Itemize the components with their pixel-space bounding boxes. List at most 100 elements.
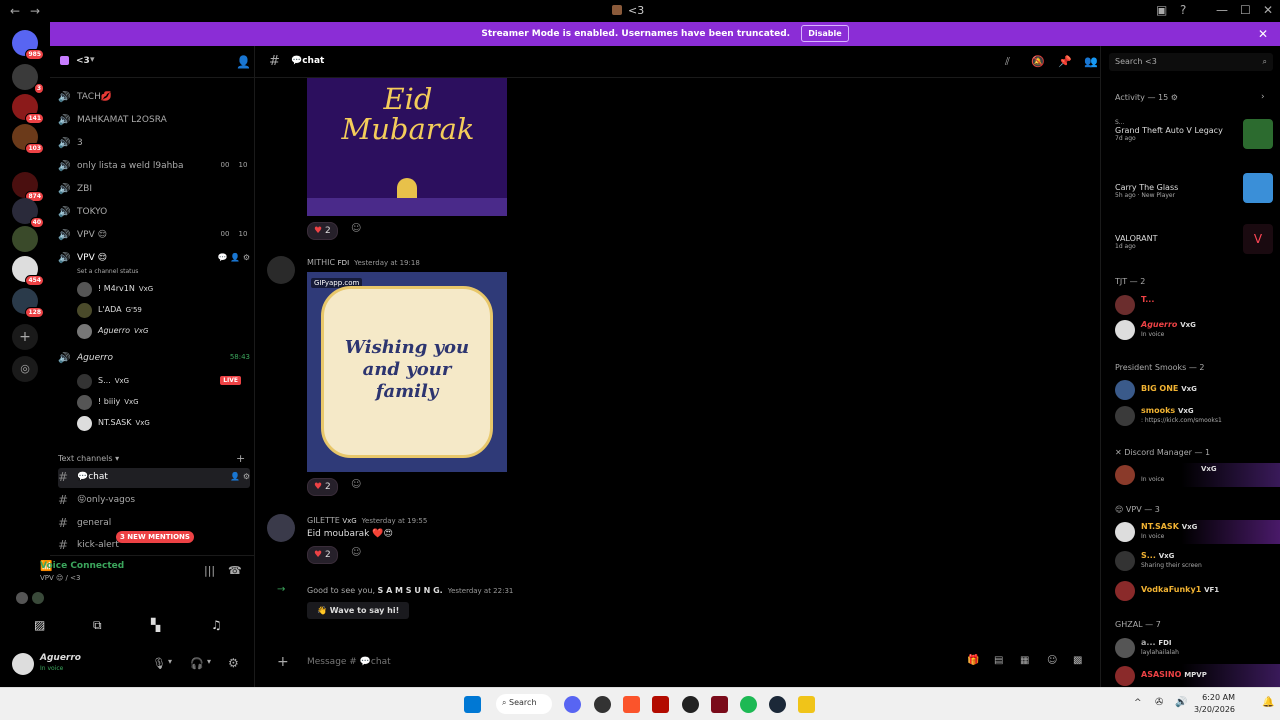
voice-channel[interactable]: 🔊 TACH💋 <box>58 88 250 108</box>
obs-icon[interactable] <box>682 696 699 713</box>
disconnect-icon[interactable]: ☎ <box>228 564 242 577</box>
github-icon[interactable] <box>594 696 611 713</box>
activity-card[interactable]: S... Grand Theft Auto V Legacy 7d ago <box>1115 119 1275 155</box>
member-list-icon[interactable]: 👥 <box>1084 55 1098 68</box>
microphone-icon[interactable]: 🎙 <box>152 657 166 670</box>
channel-actions[interactable]: 💬 👤 ⚙ <box>218 253 250 262</box>
clock[interactable]: 6:20 AM 3/20/2026 <box>1194 692 1235 716</box>
minimize-icon[interactable]: — <box>1216 3 1228 17</box>
maximize-icon[interactable]: ☐ <box>1240 3 1251 17</box>
home-button[interactable]: 985 <box>12 30 44 60</box>
avatar[interactable] <box>267 514 295 542</box>
member[interactable]: VodkaFunky1 VF1 <box>1115 579 1280 603</box>
voice-channel[interactable]: 🔊 3 <box>58 134 250 154</box>
activity-header[interactable]: Activity — 15 ⚙ <box>1115 93 1178 102</box>
welcome-user[interactable]: S A M S U N G. <box>378 586 443 595</box>
add-attachment-icon[interactable]: + <box>277 654 289 670</box>
member[interactable]: NT.SASK VxG In voice <box>1115 520 1280 544</box>
member[interactable]: T... <box>1115 293 1280 317</box>
server-icon[interactable]: 141 <box>12 94 44 124</box>
notifications-icon[interactable]: 🔔 <box>1262 697 1274 708</box>
gift-icon[interactable]: 🎁 <box>967 655 979 666</box>
threads-icon[interactable]: ⫽ <box>1005 55 1010 69</box>
voice-channel[interactable]: 🔊 Aguerro 58:43 <box>58 349 250 369</box>
member[interactable]: a... FDI laylahailalah <box>1115 636 1280 660</box>
acrobat-icon[interactable] <box>652 696 669 713</box>
member[interactable]: VxG In voice <box>1115 463 1280 487</box>
voice-channel[interactable]: 🔊 MAHKAMAT L2OSRA <box>58 111 250 131</box>
server-icon[interactable]: 3 <box>12 64 44 94</box>
explore-icon[interactable]: ◎ <box>12 356 38 382</box>
member[interactable]: Aguerro VxG In voice <box>1115 318 1280 342</box>
activity-card[interactable]: VALORANT 1d ago V <box>1115 224 1275 260</box>
sticker-icon[interactable]: ▦ <box>1020 655 1029 666</box>
message-input[interactable]: Message # 💬chat <box>307 657 391 667</box>
voice-channel[interactable]: 🔊 TOKYO <box>58 203 250 223</box>
member[interactable]: ASASINO MPVP <box>1115 664 1280 688</box>
channel-actions[interactable]: 👤 ⚙ <box>230 472 250 481</box>
add-reaction-icon[interactable]: ☺ <box>351 479 361 490</box>
voice-user[interactable]: ! biiiy VxG <box>77 393 249 413</box>
voice-channel[interactable]: 🔊 only lista a weld l9ahba 00 10 <box>58 157 250 177</box>
add-channel-icon[interactable]: + <box>236 452 245 465</box>
server-icon[interactable]: 454 <box>12 256 44 286</box>
author-name[interactable]: MITHIC <box>307 258 335 267</box>
voice-channel[interactable]: 🔊 VPV 😌 00 10 <box>58 226 250 246</box>
server-icon[interactable]: 103 <box>12 124 44 154</box>
voice-channel[interactable]: 🔊 ZBI <box>58 180 250 200</box>
voice-status[interactable]: Voice Connected <box>40 561 124 571</box>
notifications-icon[interactable]: 🔕 <box>1031 55 1045 68</box>
voice-user[interactable]: NT.SASK VxG <box>77 414 249 434</box>
gif-message[interactable]: GIFyapp.com Wishing you and your family <box>307 272 507 472</box>
voice-location[interactable]: VPV 😌 / <3 <box>40 574 80 582</box>
help-icon[interactable]: ? <box>1180 3 1186 17</box>
voice-user[interactable]: ! M4rv1N VxG <box>77 280 249 300</box>
inbox-icon[interactable]: ▣ <box>1156 3 1167 17</box>
heart-reaction[interactable]: ♥ 2 <box>307 478 338 496</box>
heart-reaction[interactable]: ♥ 2 <box>307 546 338 564</box>
noise-suppression-icon[interactable]: ||| <box>204 564 215 577</box>
forward-arrow-icon[interactable]: → <box>30 4 40 18</box>
voice-user[interactable]: Aguerro VxG <box>77 322 249 342</box>
heart-reaction[interactable]: ♥ 2 <box>307 222 338 240</box>
add-user-icon[interactable]: 👤 <box>236 55 251 69</box>
chevron-right-icon[interactable]: › <box>1261 92 1265 102</box>
app-icon[interactable] <box>711 696 728 713</box>
disable-button[interactable]: Disable <box>801 25 849 42</box>
avatar[interactable] <box>267 256 295 284</box>
text-channel[interactable]: # 😝only-vagos <box>58 491 250 511</box>
spotify-icon[interactable] <box>740 696 757 713</box>
author-name[interactable]: GILETTE <box>307 516 340 525</box>
steam-icon[interactable] <box>769 696 786 713</box>
avatar[interactable] <box>12 653 34 675</box>
activity-card[interactable]: Carry The Glass 5h ago · New Player <box>1115 173 1275 209</box>
guild-header[interactable]: <3 ▾ 👤 <box>50 46 254 78</box>
eid-mubarak-image[interactable]: Eid Mubarak <box>307 78 507 216</box>
voice-user[interactable]: L'ADA G'59 <box>77 301 249 321</box>
volume-icon[interactable]: 🔊 <box>1175 697 1187 708</box>
message-composer[interactable]: + Message # 💬chat 🎁 ▤ ▦ ☺ ▩ <box>265 652 1091 674</box>
user-name[interactable]: Aguerro <box>40 653 81 663</box>
taskbar-search[interactable]: ⌕ Search <box>496 694 552 714</box>
activities-icon[interactable]: ▚ <box>151 618 160 632</box>
gif-icon[interactable]: ▤ <box>994 655 1003 666</box>
add-reaction-icon[interactable]: ☺ <box>351 547 361 558</box>
emoji-icon[interactable]: ☺ <box>1047 655 1057 666</box>
chevron-down-icon[interactable]: ▾ <box>207 657 211 666</box>
channel-status[interactable]: Set a channel status <box>77 268 138 275</box>
settings-gear-icon[interactable]: ⚙ <box>228 656 239 670</box>
voice-user[interactable]: S... VxG LIVE <box>77 372 249 392</box>
server-icon[interactable]: 128 <box>12 288 44 318</box>
voice-channel-active[interactable]: 🔊 VPV 😌 💬 👤 ⚙ <box>58 249 250 269</box>
add-reaction-icon[interactable]: ☺ <box>351 223 361 234</box>
member[interactable]: S... VxG Sharing their screen <box>1115 549 1280 573</box>
member[interactable]: smooks VxG: https://kick.com/smooks1 <box>1115 404 1280 428</box>
server-icon[interactable]: 40 <box>12 198 44 228</box>
server-icon[interactable] <box>12 226 38 252</box>
server-icon[interactable]: 874 <box>12 172 44 202</box>
brave-icon[interactable] <box>623 696 640 713</box>
text-channel-active[interactable]: # 💬chat 👤 ⚙ <box>58 468 250 488</box>
back-arrow-icon[interactable]: ← <box>10 4 20 18</box>
camera-off-icon[interactable]: ▨ <box>34 618 45 632</box>
close-icon[interactable]: ✕ <box>1258 22 1268 46</box>
